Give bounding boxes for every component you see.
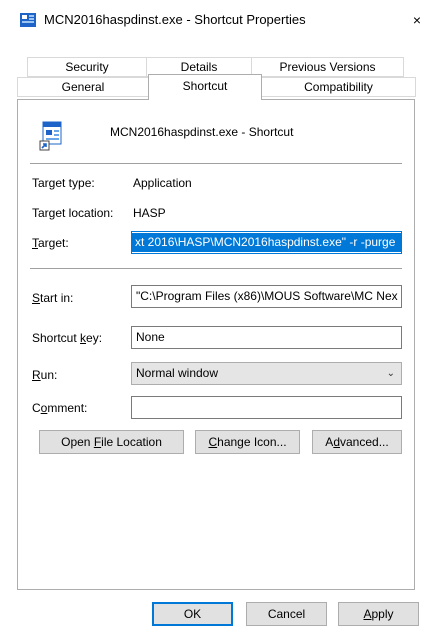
shortcut-name: MCN2016haspdinst.exe - Shortcut (110, 125, 294, 139)
start-in-label: Start in: (32, 291, 74, 305)
comment-field[interactable] (131, 396, 402, 419)
separator (30, 268, 402, 269)
title-bar: MCN2016haspdinst.exe - Shortcut Properti… (0, 0, 430, 38)
tab-compatibility[interactable]: Compatibility (261, 77, 416, 97)
tab-previous-versions[interactable]: Previous Versions (251, 57, 404, 77)
open-file-location-button[interactable]: Open File Location (39, 430, 184, 454)
target-field[interactable]: xt 2016\HASP\MCN2016haspdinst.exe" -r -p… (131, 231, 402, 254)
ok-button[interactable]: OK (152, 602, 233, 626)
target-type-label: Target type: (32, 176, 95, 190)
shortcut-key-label: Shortcut key: (32, 331, 103, 345)
target-type-value: Application (133, 176, 192, 190)
application-shortcut-icon (39, 121, 62, 151)
start-in-field[interactable]: "C:\Program Files (x86)\MOUS Software\MC… (131, 285, 402, 308)
separator (30, 163, 402, 164)
shortcut-icon (20, 13, 36, 27)
apply-button[interactable]: Apply (338, 602, 419, 626)
comment-label: Comment: (32, 401, 88, 415)
close-button[interactable]: × (404, 7, 430, 33)
shortcut-key-field[interactable]: None (131, 326, 402, 349)
run-dropdown[interactable]: Normal window ⌄ (131, 362, 402, 385)
target-label: Target: (32, 236, 69, 250)
chevron-down-icon: ⌄ (386, 368, 395, 379)
window-title: MCN2016haspdinst.exe - Shortcut Properti… (44, 12, 306, 27)
tab-general[interactable]: General (17, 77, 149, 97)
change-icon-button[interactable]: Change Icon... (195, 430, 300, 454)
cancel-button[interactable]: Cancel (246, 602, 327, 626)
run-label: Run: (32, 368, 58, 382)
tab-shortcut[interactable]: Shortcut (148, 74, 262, 100)
target-location-label: Target location: (32, 206, 114, 220)
target-value: xt 2016\HASP\MCN2016haspdinst.exe" -r -p… (132, 233, 401, 252)
advanced-button[interactable]: Advanced... (312, 430, 402, 454)
run-value: Normal window (136, 366, 219, 380)
tab-security[interactable]: Security (27, 57, 147, 77)
target-location-value: HASP (133, 206, 166, 220)
